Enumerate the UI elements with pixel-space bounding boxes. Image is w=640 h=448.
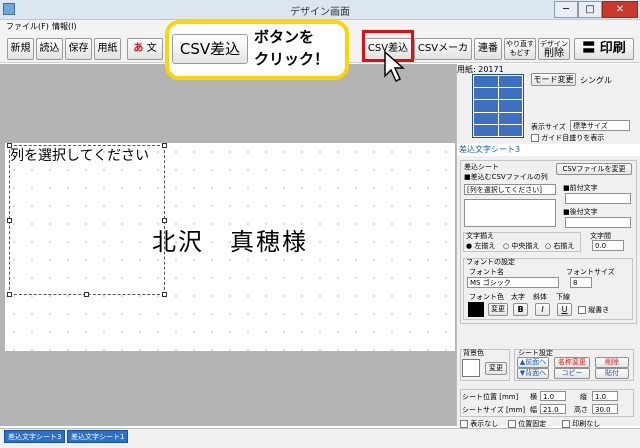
redo-undo-button[interactable]: やり直す もどす bbox=[504, 38, 536, 60]
italic-button[interactable]: I bbox=[535, 303, 550, 316]
font-size-select[interactable]: 8 bbox=[570, 277, 592, 288]
fix-checkbox[interactable] bbox=[508, 420, 516, 428]
font-name-select[interactable]: MS ゴシック bbox=[467, 277, 559, 288]
bg-color-swatch[interactable] bbox=[462, 359, 480, 377]
font-name-label: フォント名 bbox=[469, 268, 504, 276]
delete-sheet-button[interactable]: 削除 bbox=[595, 357, 629, 368]
column-select[interactable]: [列を選択してください] bbox=[464, 184, 556, 195]
h-label: 高さ bbox=[574, 406, 588, 414]
spacing-input[interactable]: 0.0 bbox=[592, 240, 624, 251]
serial-button[interactable]: 連番 bbox=[474, 38, 502, 60]
insert-sheet-label: 差込シート bbox=[464, 163, 499, 171]
resize-handle[interactable] bbox=[84, 292, 89, 297]
maximize-button[interactable]: □ bbox=[578, 1, 602, 18]
font-color-change-button[interactable]: 変更 bbox=[488, 303, 508, 316]
x-label: 横 bbox=[530, 393, 537, 401]
window-title: デザイン画面 bbox=[290, 7, 350, 18]
suffix-input[interactable] bbox=[565, 217, 631, 228]
name-text[interactable]: 北沢 真穂様 bbox=[152, 222, 308, 257]
sheet-size-label: シートサイズ [mm] bbox=[462, 406, 526, 414]
paper-button[interactable]: 用紙 bbox=[94, 38, 121, 60]
suffix-label: ■後付文字 bbox=[563, 208, 598, 216]
column-placeholder-text: 列を選択してください bbox=[10, 148, 150, 164]
copy-button[interactable]: コピー bbox=[554, 368, 590, 379]
callout-csv-button-image: CSV差込 bbox=[172, 34, 248, 64]
sheet-pos-label: シート位置 [mm] bbox=[462, 393, 519, 401]
send-back-button[interactable]: ▼背面へ bbox=[517, 368, 549, 379]
csv-column-label: ■差込むCSVファイルの列 bbox=[464, 173, 548, 181]
bring-front-button[interactable]: ▲前面へ bbox=[517, 357, 549, 368]
bold-label: 太字 bbox=[511, 293, 525, 301]
y-label: 縦 bbox=[580, 393, 587, 401]
guide-checkbox[interactable] bbox=[531, 134, 539, 142]
minimize-button[interactable]: ─ bbox=[554, 1, 578, 18]
menu-info[interactable]: 情報(I) bbox=[52, 21, 77, 32]
display-size-label: 表示サイズ bbox=[531, 123, 566, 131]
resize-handle[interactable] bbox=[7, 292, 12, 297]
display-size-select[interactable]: 標準サイズ bbox=[570, 120, 630, 131]
menu-file[interactable]: ファイル(F) bbox=[6, 21, 49, 32]
w-label: 幅 bbox=[530, 406, 537, 414]
resize-handle[interactable] bbox=[162, 143, 167, 148]
x-input[interactable]: 1.0 bbox=[540, 391, 566, 401]
rename-button[interactable]: 名称変更 bbox=[554, 357, 590, 368]
align-right-radio[interactable]: ○ 右揃え bbox=[545, 241, 574, 251]
bg-label: 背景色 bbox=[463, 349, 484, 357]
font-color-label: フォント色 bbox=[469, 293, 504, 301]
selected-text-box[interactable] bbox=[9, 145, 165, 295]
print-icon: 〓 bbox=[582, 41, 596, 56]
callout-line2: クリック！ bbox=[254, 50, 330, 68]
mode-change-button[interactable]: モード変更 bbox=[531, 73, 576, 86]
bold-button[interactable]: B bbox=[513, 303, 528, 316]
resize-handle[interactable] bbox=[162, 292, 167, 297]
text-button[interactable]: あ 文 bbox=[127, 38, 163, 60]
vertical-checkbox-row[interactable]: 縦書き bbox=[578, 305, 609, 315]
hide-checkbox[interactable] bbox=[460, 420, 468, 428]
y-input[interactable]: 1.0 bbox=[592, 391, 618, 401]
font-color-swatch[interactable] bbox=[468, 302, 484, 317]
mode-value: シングル bbox=[580, 76, 612, 85]
font-group-label: フォントの設定 bbox=[466, 258, 515, 266]
paste-button[interactable]: 貼付 bbox=[595, 368, 629, 379]
print-button[interactable]: 〓 印刷 bbox=[574, 38, 634, 60]
prefix-label: ■前付文字 bbox=[563, 184, 598, 192]
align-left-radio[interactable]: ● 左揃え bbox=[466, 241, 495, 251]
save-button[interactable]: 保存 bbox=[65, 38, 92, 60]
font-size-label: フォントサイズ bbox=[566, 268, 615, 276]
callout-line1: ボタンを bbox=[254, 28, 315, 46]
sheet-tab-1[interactable]: 差込文字シート1 bbox=[67, 430, 129, 443]
bg-change-button[interactable]: 変更 bbox=[485, 362, 507, 375]
insert-panel-header: 差込文字シート3 bbox=[457, 144, 640, 156]
height-input[interactable]: 30.0 bbox=[592, 404, 618, 414]
csv-maker-button[interactable]: CSVメーカー bbox=[414, 38, 472, 74]
paper-layout-preview bbox=[472, 74, 524, 138]
app-icon bbox=[3, 3, 15, 15]
design-delete-button[interactable]: デザイン 削除 bbox=[538, 38, 570, 60]
align-center-radio[interactable]: ○ 中央揃え bbox=[503, 241, 539, 251]
width-input[interactable]: 21.0 bbox=[540, 404, 566, 414]
vertical-checkbox[interactable] bbox=[578, 306, 586, 314]
underline-button[interactable]: U bbox=[557, 303, 572, 316]
resize-handle[interactable] bbox=[7, 218, 12, 223]
text-a-icon: あ bbox=[133, 43, 144, 54]
sheet-tab-3[interactable]: 差込文字シート3 bbox=[4, 430, 66, 443]
close-button[interactable]: ✕ bbox=[602, 1, 638, 18]
italic-label: 斜体 bbox=[533, 293, 547, 301]
guide-checkbox-row[interactable]: ガイド目盛りを表示 bbox=[531, 133, 604, 143]
preview-textarea[interactable] bbox=[464, 199, 556, 227]
load-button[interactable]: 読込 bbox=[36, 38, 63, 60]
csv-change-button[interactable]: CSVファイルを変更 bbox=[556, 163, 632, 175]
prefix-input[interactable] bbox=[565, 193, 631, 204]
new-button[interactable]: 新規 bbox=[7, 38, 34, 60]
noprint-checkbox[interactable] bbox=[562, 420, 570, 428]
mouse-cursor-icon bbox=[384, 50, 405, 83]
underline-label: 下線 bbox=[556, 293, 570, 301]
align-label: 文字揃え bbox=[466, 232, 494, 240]
